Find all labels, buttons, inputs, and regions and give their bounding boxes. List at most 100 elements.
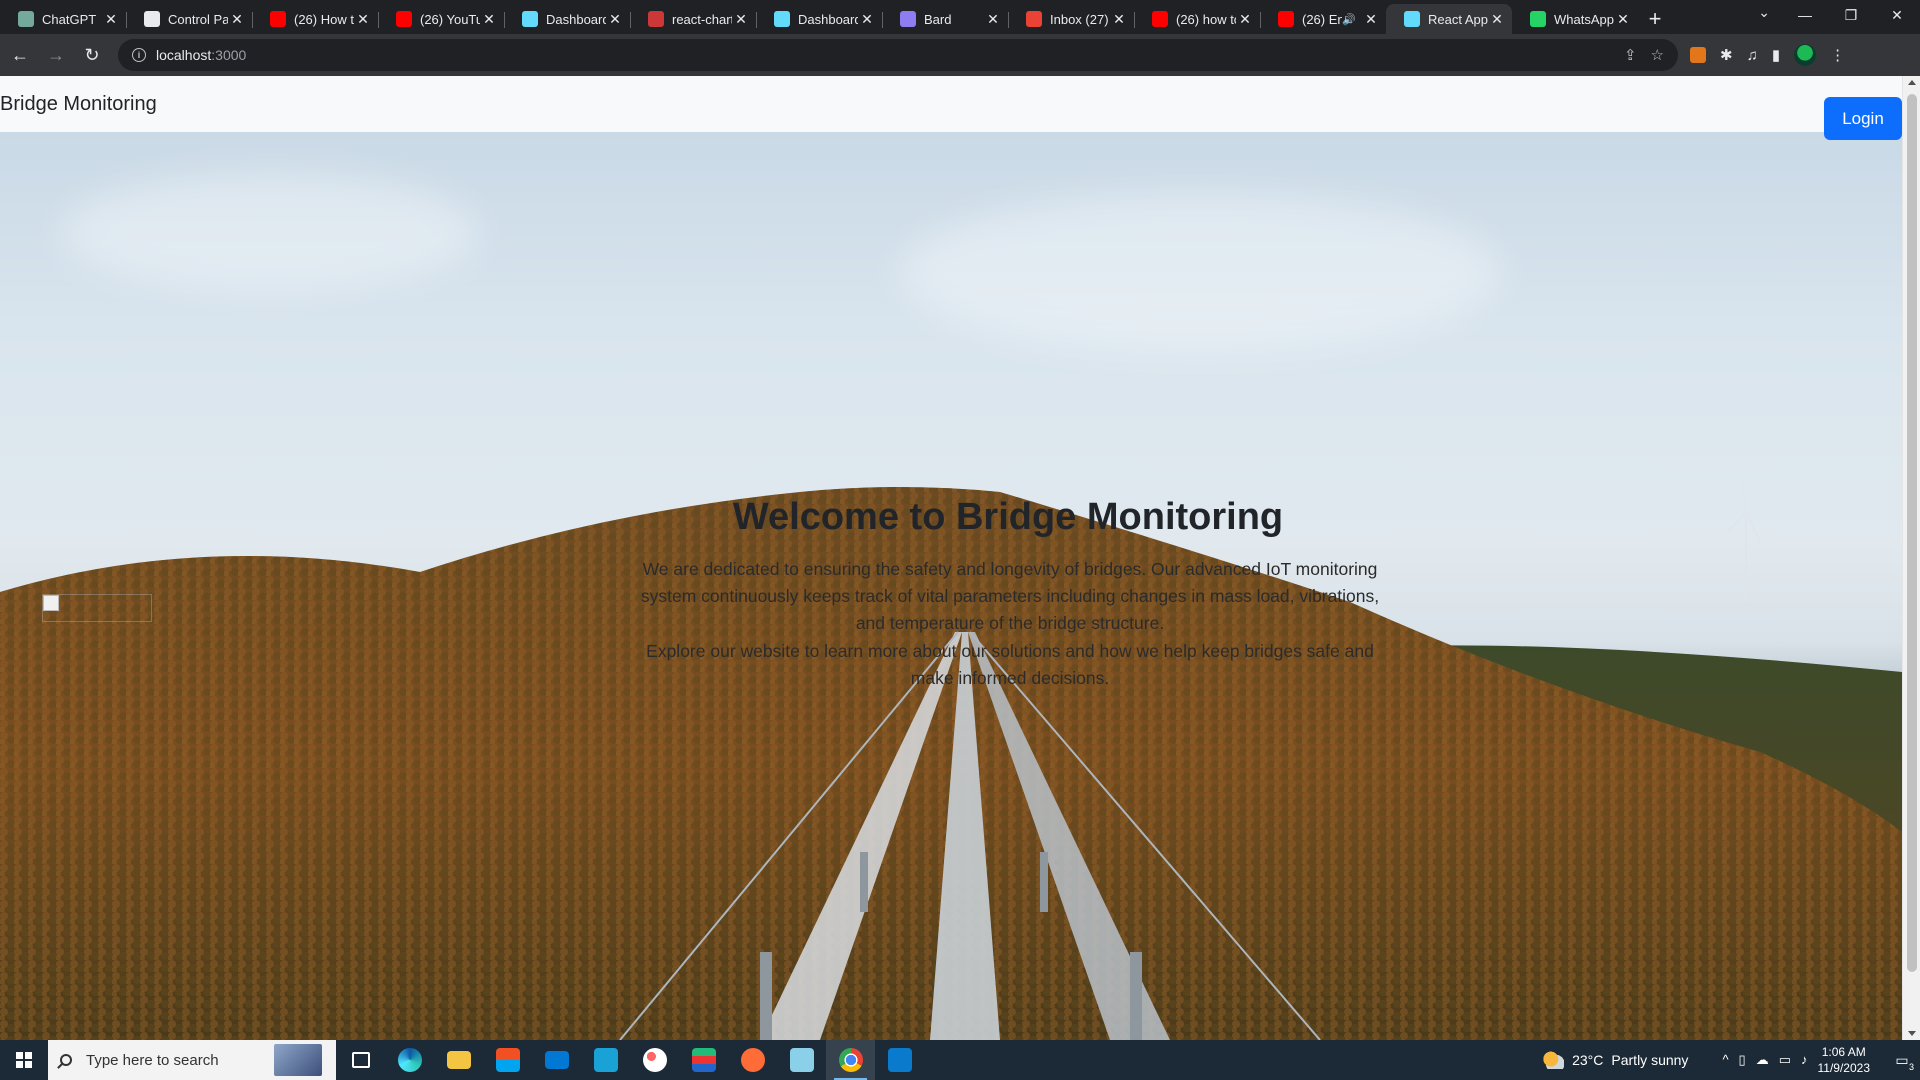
notepad-icon[interactable]: [777, 1040, 826, 1080]
browser-tab[interactable]: (26) how to ✕: [1134, 4, 1260, 34]
system-clock[interactable]: 1:06 AM 11/9/2023: [1818, 1044, 1871, 1076]
onedrive-icon[interactable]: ☁: [1756, 1052, 1769, 1068]
metamask-extension-icon[interactable]: [1690, 47, 1706, 63]
clock-time: 1:06 AM: [1821, 1045, 1866, 1059]
minimize-button[interactable]: —: [1782, 0, 1828, 30]
windows-taskbar: Type here to search 23°C Partly sunny ^ …: [0, 1040, 1920, 1080]
clock-date: 11/9/2023: [1817, 1061, 1871, 1075]
new-tab-button[interactable]: +: [1638, 4, 1672, 34]
npm-icon: [648, 11, 664, 27]
windows-app-icon[interactable]: [581, 1040, 630, 1080]
tab-close-icon[interactable]: ✕: [480, 11, 498, 28]
url-host: localhost: [156, 47, 212, 63]
system-tray: 23°C Partly sunny ^ ▯ ☁ ▭ ♪ 1:06 AM 11/9…: [1542, 1040, 1920, 1080]
browser-tab[interactable]: Control Par ✕: [126, 4, 252, 34]
tab-audio-icon[interactable]: 🔊: [1342, 13, 1356, 26]
page-viewport: Welcome to Bridge Monitoring We are dedi…: [0, 76, 1920, 1040]
browser-tab[interactable]: WhatsApp ✕: [1512, 4, 1638, 34]
site-info-icon[interactable]: i: [132, 48, 146, 62]
browser-tab[interactable]: Bard ✕: [882, 4, 1008, 34]
media-control-icon[interactable]: ♫: [1747, 47, 1758, 64]
brand-logo-text[interactable]: Bridge Monitoring: [0, 93, 157, 116]
volume-icon[interactable]: ♪: [1801, 1052, 1808, 1068]
network-icon[interactable]: ▭: [1779, 1052, 1791, 1068]
search-icon: [60, 1054, 72, 1066]
back-button[interactable]: ←: [4, 39, 36, 71]
login-button[interactable]: Login: [1824, 97, 1902, 140]
tab-close-icon[interactable]: ✕: [228, 11, 246, 28]
forward-button[interactable]: →: [40, 39, 72, 71]
browser-tab[interactable]: (26) How t ✕: [252, 4, 378, 34]
scroll-up-icon[interactable]: [1908, 80, 1916, 85]
browser-tab-strip: ChatGPT ✕ Control Par ✕ (26) How t ✕ (26) YouT…: [0, 0, 1920, 34]
app-icon[interactable]: [679, 1040, 728, 1080]
browser-tab[interactable]: Dashboard ✕: [504, 4, 630, 34]
window-controls: — ❐ ✕: [1782, 0, 1920, 30]
tab-close-icon[interactable]: ✕: [984, 11, 1002, 28]
browser-tab[interactable]: ChatGPT ✕: [0, 4, 126, 34]
weather-widget[interactable]: 23°C Partly sunny: [1542, 1051, 1688, 1069]
device-icon[interactable]: ▯: [1739, 1052, 1746, 1068]
share-icon[interactable]: ⇪: [1624, 46, 1637, 64]
tab-title: react-chart: [672, 11, 732, 27]
tab-close-icon[interactable]: ✕: [1236, 11, 1254, 28]
side-panel-icon[interactable]: ▮: [1772, 46, 1780, 64]
react-icon: [774, 11, 790, 27]
tab-close-icon[interactable]: ✕: [354, 11, 372, 28]
restore-button[interactable]: ❐: [1828, 0, 1874, 30]
close-window-button[interactable]: ✕: [1874, 0, 1920, 30]
tab-title: React App: [1428, 11, 1488, 27]
tab-close-icon[interactable]: ✕: [606, 11, 624, 28]
task-view-icon[interactable]: [336, 1040, 385, 1080]
taskbar-pinned-apps: [336, 1040, 924, 1080]
file-explorer-icon[interactable]: [434, 1040, 483, 1080]
taskbar-search-box[interactable]: Type here to search: [48, 1040, 336, 1080]
edge-icon[interactable]: [385, 1040, 434, 1080]
tab-close-icon[interactable]: ✕: [102, 11, 120, 28]
tab-close-icon[interactable]: ✕: [1614, 11, 1632, 28]
reload-button[interactable]: ↻: [76, 39, 108, 71]
weather-temp: 23°C: [1572, 1052, 1604, 1068]
browser-tab[interactable]: (26) En 🔊 ✕: [1260, 4, 1386, 34]
browser-tab[interactable]: Dashboard ✕: [756, 4, 882, 34]
gmail-icon: [1026, 11, 1042, 27]
youtube-icon: [1152, 11, 1168, 27]
weather-desc: Partly sunny: [1611, 1052, 1689, 1068]
address-bar[interactable]: i localhost:3000 ⇪ ☆: [118, 39, 1678, 71]
profile-avatar[interactable]: [1794, 44, 1817, 66]
tab-search-icon[interactable]: ⌄: [1758, 4, 1770, 21]
control-panel-icon: [144, 11, 160, 27]
mail-icon[interactable]: [532, 1040, 581, 1080]
tab-close-icon[interactable]: ✕: [1362, 11, 1380, 28]
chevron-up-icon[interactable]: ^: [1722, 1052, 1728, 1068]
scrollbar-thumb[interactable]: [1907, 94, 1917, 972]
extensions-puzzle-icon[interactable]: ✱: [1720, 46, 1733, 64]
browser-tab[interactable]: react-chart ✕: [630, 4, 756, 34]
paint-icon[interactable]: [630, 1040, 679, 1080]
page-scrollbar[interactable]: [1902, 76, 1920, 1040]
tab-close-icon[interactable]: ✕: [858, 11, 876, 28]
chatgpt-icon: [18, 11, 34, 27]
browser-menu-icon[interactable]: ⋮: [1830, 46, 1845, 64]
start-button[interactable]: [0, 1040, 48, 1080]
tab-close-icon[interactable]: ✕: [1110, 11, 1128, 28]
tab-title: Inbox (27): [1050, 11, 1109, 27]
microsoft-store-icon[interactable]: [483, 1040, 532, 1080]
scroll-down-icon[interactable]: [1908, 1031, 1916, 1036]
react-icon: [1404, 11, 1420, 27]
notification-center-icon[interactable]: ▭ 3: [1884, 1040, 1920, 1080]
browser-tab[interactable]: (26) YouTu ✕: [378, 4, 504, 34]
youtube-icon: [270, 11, 286, 27]
postman-icon[interactable]: [728, 1040, 777, 1080]
browser-toolbar: ← → ↻ i localhost:3000 ⇪ ☆ ✱ ♫ ▮ ⋮: [0, 34, 1920, 76]
broken-image-placeholder: [42, 594, 152, 622]
chrome-icon[interactable]: [826, 1040, 875, 1080]
bookmark-star-icon[interactable]: ☆: [1651, 46, 1664, 64]
tab-title: WhatsApp: [1554, 11, 1614, 27]
tab-close-icon[interactable]: ✕: [732, 11, 750, 28]
tab-close-icon[interactable]: ✕: [1488, 11, 1506, 28]
url-port: :3000: [211, 47, 247, 63]
browser-tab[interactable]: React App ✕: [1386, 4, 1512, 34]
browser-tab[interactable]: Inbox (27) ✕: [1008, 4, 1134, 34]
vscode-icon[interactable]: [875, 1040, 924, 1080]
